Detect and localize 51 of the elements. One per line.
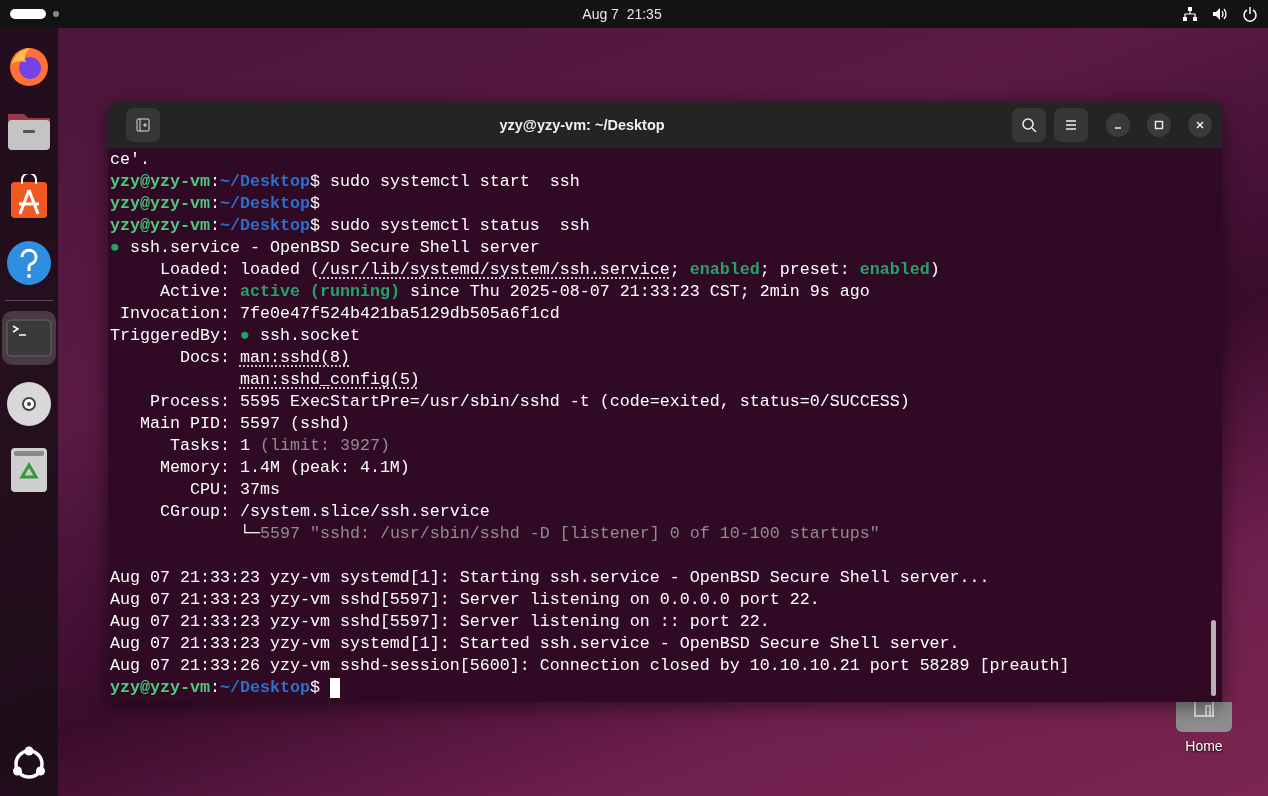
terminal-line: TriggeredBy: ● ssh.socket xyxy=(110,325,360,347)
terminal-line: Memory: 1.4M (peak: 4.1M) xyxy=(158,457,410,479)
terminal-line: └─5597 "sshd: /usr/sbin/sshd -D [listener] 0 of 10-100 startups" xyxy=(238,523,880,545)
terminal-line: Loaded: loaded (/usr/lib/systemd/system/ssh.service; enabled; preset: enabled) xyxy=(158,259,940,281)
minimize-icon xyxy=(1114,127,1122,129)
terminal-icon xyxy=(6,319,52,357)
terminal-line: Process: 5595 ExecStartPre=/usr/sbin/sshd -t (code=exited, status=0/SUCCESS) xyxy=(148,391,910,413)
maximize-icon xyxy=(1154,120,1164,130)
volume-icon[interactable] xyxy=(1212,6,1228,22)
close-button[interactable] xyxy=(1188,113,1212,137)
terminal-line: CPU: 37ms xyxy=(188,479,280,501)
terminal-line: yzy@yzy-vm:~/Desktop$ xyxy=(110,193,320,215)
menu-icon xyxy=(1064,119,1078,131)
maximize-button[interactable] xyxy=(1147,113,1171,137)
scrollbar[interactable] xyxy=(1211,620,1216,696)
search-button[interactable] xyxy=(1012,108,1046,142)
minimize-button[interactable] xyxy=(1106,113,1130,137)
terminal-line: yzy@yzy-vm:~/Desktop$ xyxy=(110,677,321,699)
recycle-bin-icon xyxy=(10,447,48,493)
clock[interactable]: Aug 7 21:35 xyxy=(582,6,662,22)
new-tab-button[interactable] xyxy=(126,108,160,142)
new-tab-icon xyxy=(135,117,151,133)
terminal-line: Aug 07 21:33:23 yzy-vm systemd[1]: Starting ssh.service - OpenBSD Secure Shell server... xyxy=(110,567,990,589)
close-icon xyxy=(1195,120,1205,130)
terminal-line: Aug 07 21:33:26 yzy-vm sshd-session[5600]: Connection closed by 10.10.10.21 port 58289 [preauth] xyxy=(110,655,1070,677)
terminal-line: Main PID: 5597 (sshd) xyxy=(139,413,350,435)
shopping-bag-icon xyxy=(9,174,49,220)
terminal-line: yzy@yzy-vm:~/Desktop$ sudo systemctl start ssh xyxy=(110,171,580,193)
apps-grid-icon[interactable] xyxy=(11,746,47,782)
network-icon[interactable] xyxy=(1182,6,1198,22)
terminal-line: yzy@yzy-vm:~/Desktop$ sudo systemctl status ssh xyxy=(110,215,590,237)
home-folder-icon[interactable] xyxy=(1176,702,1232,732)
terminal-line: ● ssh.service - OpenBSD Secure Shell server xyxy=(110,237,540,259)
terminal-line: Invocation: 7fe0e47f524b421ba5129db505a6f1cd xyxy=(119,303,560,325)
terminal-line: Active: active (running) since Thu 2025-08-07 21:33:23 CST; 2min 9s ago xyxy=(158,281,870,303)
terminal-line: man:sshd_config(5) xyxy=(238,369,420,391)
disc-icon xyxy=(6,381,52,427)
terminal-line: CGroup: /system.slice/ssh.service xyxy=(158,501,490,523)
terminal-line: ce'. xyxy=(110,149,150,171)
terminal-line: Aug 07 21:33:23 yzy-vm sshd[5597]: Server listening on 0.0.0.0 port 22. xyxy=(110,589,820,611)
terminal-line: Tasks: 1 (limit: 3927) xyxy=(168,435,390,457)
terminal-line: Aug 07 21:33:23 yzy-vm systemd[1]: Started ssh.service - OpenBSD Secure Shell server. xyxy=(110,633,960,655)
help-icon xyxy=(6,240,52,286)
workspace-indicator-icon[interactable] xyxy=(10,9,62,19)
terminal-line: Aug 07 21:33:23 yzy-vm sshd[5597]: Server listening on :: port 22. xyxy=(110,611,770,633)
search-icon xyxy=(1021,117,1037,133)
terminal-line: Docs: man:sshd(8) xyxy=(178,347,350,369)
menu-button[interactable] xyxy=(1054,108,1088,142)
power-icon[interactable] xyxy=(1242,6,1258,22)
window-title: yzy@yzy-vm: ~/Desktop xyxy=(499,117,665,133)
desktop-icon-label[interactable]: Home xyxy=(1185,738,1223,754)
